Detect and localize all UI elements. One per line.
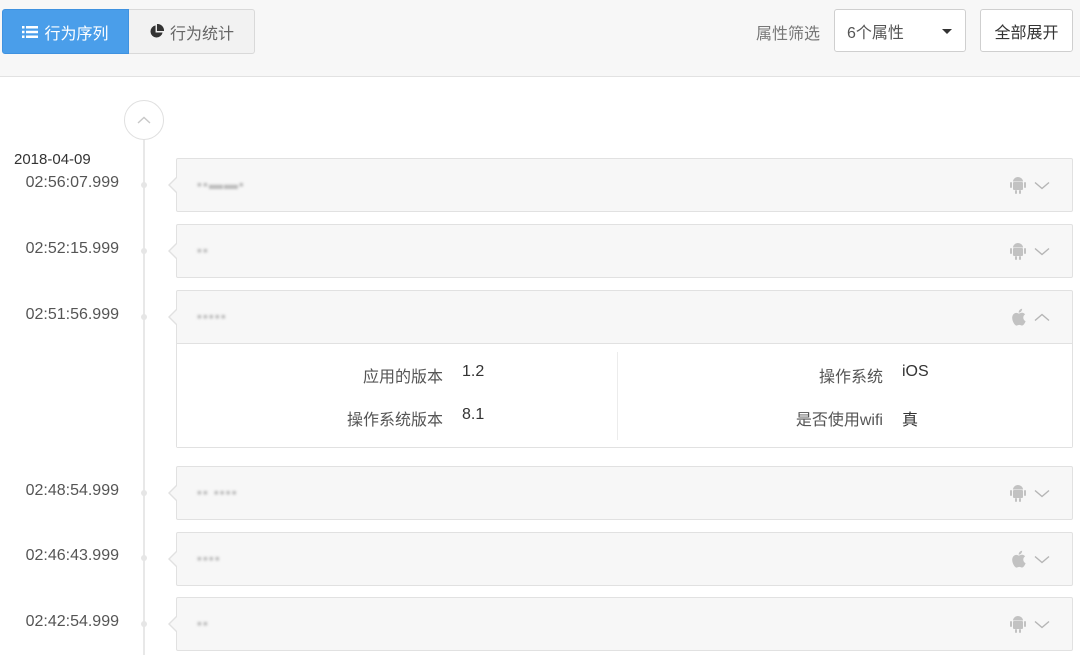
toolbar: 行为序列 行为统计 属性筛选 6个属性 全部展开 bbox=[0, 0, 1080, 77]
list-icon bbox=[22, 25, 39, 39]
detail-val-os: iOS bbox=[902, 363, 929, 380]
detail-key-os: 操作系统 bbox=[818, 369, 883, 386]
pie-chart-icon bbox=[149, 24, 164, 39]
apple-icon bbox=[1012, 550, 1026, 568]
detail-key-os-version: 操作系统版本 bbox=[346, 412, 443, 429]
chevron-down-icon[interactable] bbox=[1034, 181, 1050, 190]
event-time: 02:42:54.999 bbox=[25, 613, 119, 630]
event-card-header[interactable]: ▪▪ bbox=[177, 598, 1072, 650]
event-card: ▪▪ bbox=[168, 224, 1073, 278]
android-icon bbox=[1010, 243, 1026, 260]
android-icon bbox=[1010, 616, 1026, 633]
event-name: ▪▪ bbox=[197, 242, 209, 258]
timeline-date: 2018-04-09 bbox=[14, 151, 91, 168]
timeline-dot bbox=[141, 314, 147, 320]
detail-val-app-version: 1.2 bbox=[462, 363, 485, 380]
tab-behavior-stats[interactable]: 行为统计 bbox=[129, 9, 255, 54]
event-time: 02:51:56.999 bbox=[25, 306, 119, 323]
expand-all-button[interactable]: 全部展开 bbox=[980, 9, 1073, 52]
chevron-down-icon[interactable] bbox=[1034, 555, 1050, 564]
caret-down-icon bbox=[942, 29, 952, 34]
event-name: ▪▪▪▪▪ bbox=[197, 308, 227, 324]
event-name: ▪▪ ▪▪▪▪ bbox=[197, 484, 238, 500]
timeline-dot bbox=[141, 555, 147, 561]
event-card: ▪▪ bbox=[168, 597, 1073, 651]
timeline-dot bbox=[141, 490, 147, 496]
event-name: ▪▪ bbox=[197, 615, 209, 631]
event-card-header[interactable]: ▪▪▪▪ bbox=[177, 533, 1072, 585]
tab-behavior-sequence[interactable]: 行为序列 bbox=[2, 9, 129, 54]
chevron-up-icon bbox=[137, 116, 151, 124]
tab-behavior-sequence-label: 行为序列 bbox=[44, 25, 109, 43]
event-time: 02:52:15.999 bbox=[25, 240, 119, 257]
attribute-filter-value: 6个属性 bbox=[847, 24, 904, 42]
detail-key-app-version: 应用的版本 bbox=[362, 369, 443, 386]
tab-behavior-stats-label: 行为统计 bbox=[169, 25, 234, 43]
timeline-line bbox=[143, 136, 145, 655]
detail-val-os-version: 8.1 bbox=[462, 406, 485, 423]
detail-divider bbox=[617, 352, 618, 440]
android-icon bbox=[1010, 485, 1026, 502]
timeline-dot bbox=[141, 182, 147, 188]
chevron-down-icon[interactable] bbox=[1034, 247, 1050, 256]
detail-key-wifi: 是否使用wifi bbox=[795, 412, 883, 429]
apple-icon bbox=[1012, 308, 1026, 326]
timeline-dot bbox=[141, 621, 147, 627]
event-card-header[interactable]: ▪▪ bbox=[177, 225, 1072, 277]
event-card: ▪▪▬▬▪ bbox=[168, 158, 1073, 212]
event-name: ▪▪▬▬▪ bbox=[197, 176, 245, 192]
event-name: ▪▪▪▪ bbox=[197, 550, 221, 566]
timeline-dot bbox=[141, 248, 147, 254]
chevron-down-icon[interactable] bbox=[1034, 620, 1050, 629]
attribute-filter-label: 属性筛选 bbox=[756, 26, 821, 43]
event-card-header[interactable]: ▪▪▪▪▪ bbox=[177, 291, 1072, 343]
event-card-header[interactable]: ▪▪ ▪▪▪▪ bbox=[177, 467, 1072, 519]
timeline-collapse-button[interactable] bbox=[124, 100, 164, 140]
event-card: ▪▪▪▪ bbox=[168, 532, 1073, 586]
event-time: 02:46:43.999 bbox=[25, 547, 119, 564]
attribute-filter-select[interactable]: 6个属性 bbox=[834, 9, 966, 52]
event-time: 02:56:07.999 bbox=[25, 174, 119, 191]
android-icon bbox=[1010, 177, 1026, 194]
chevron-up-icon[interactable] bbox=[1034, 313, 1050, 322]
event-card: ▪▪ ▪▪▪▪ bbox=[168, 466, 1073, 520]
event-detail-panel: 应用的版本 1.2 操作系统版本 8.1 操作系统 iOS 是否使用wifi 真 bbox=[177, 343, 1072, 447]
view-tabs: 行为序列 行为统计 bbox=[2, 9, 255, 54]
event-card-expanded: ▪▪▪▪▪ 应用的版本 1.2 操作系统版本 8.1 操作系统 iOS 是否使用… bbox=[168, 290, 1073, 448]
detail-val-wifi: 真 bbox=[902, 412, 919, 429]
event-time: 02:48:54.999 bbox=[25, 482, 119, 499]
chevron-down-icon[interactable] bbox=[1034, 489, 1050, 498]
event-card-header[interactable]: ▪▪▬▬▪ bbox=[177, 159, 1072, 211]
